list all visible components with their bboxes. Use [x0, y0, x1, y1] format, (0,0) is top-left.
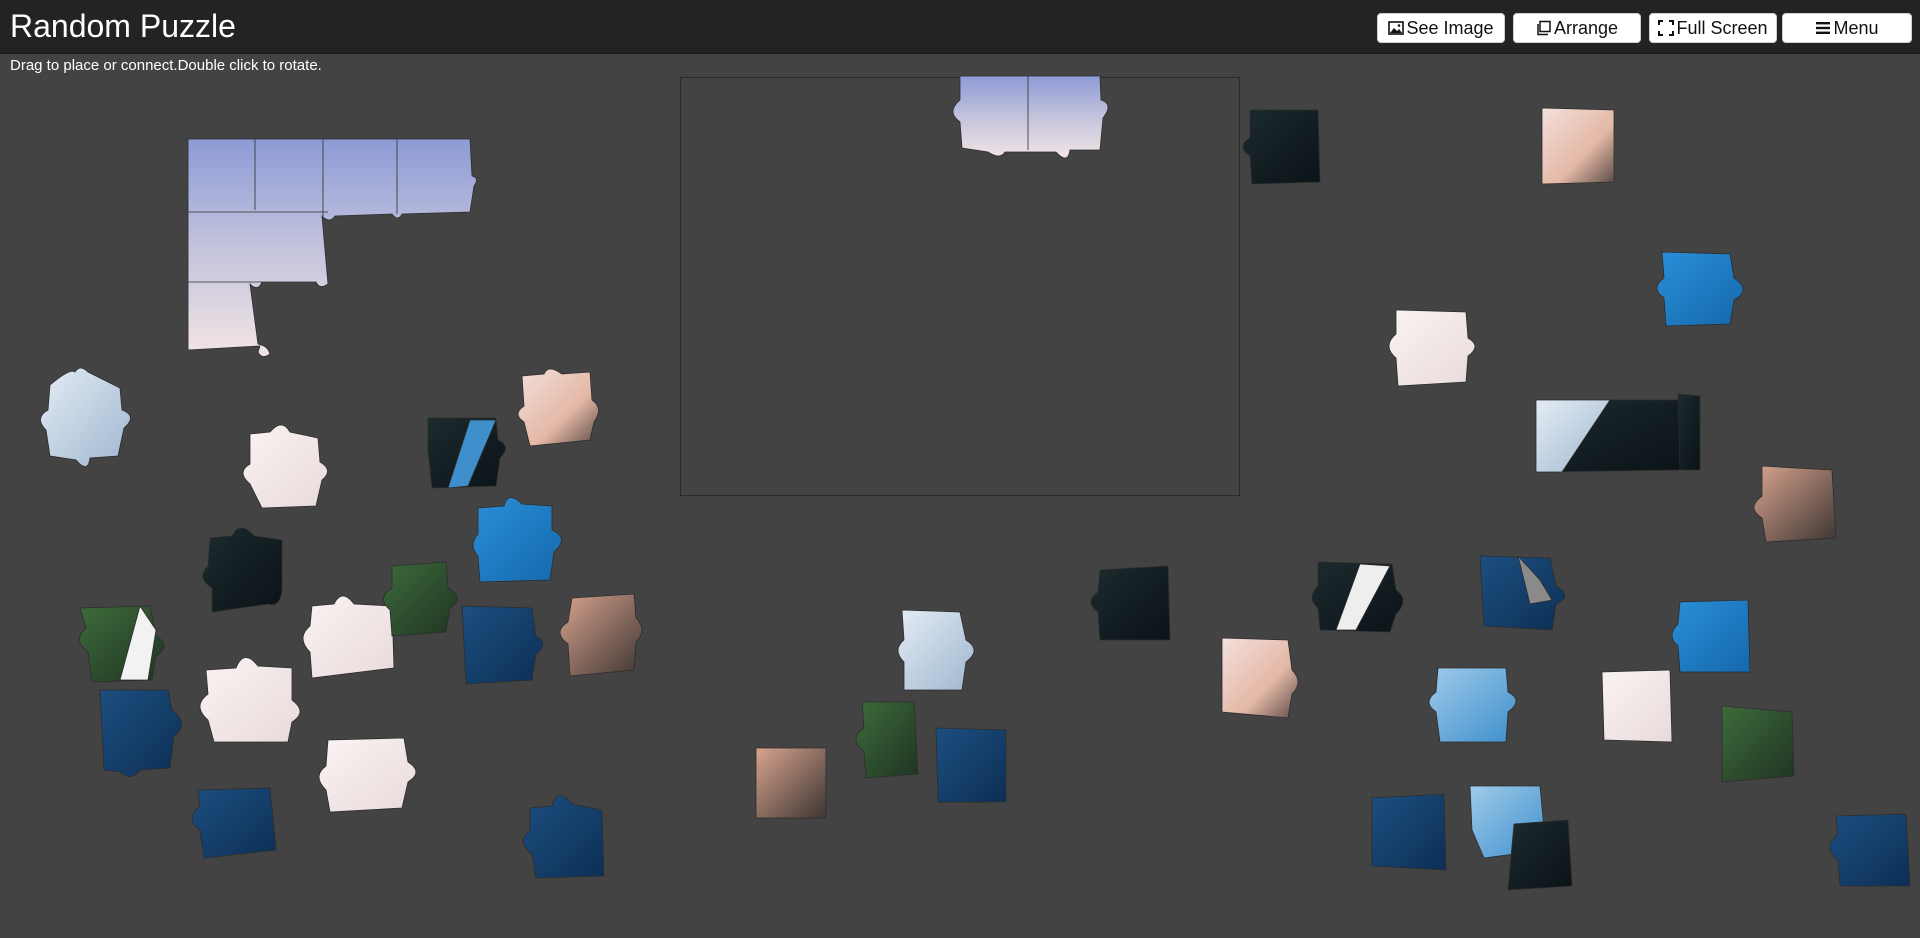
puzzle-piece[interactable] [1479, 555, 1566, 631]
puzzle-piece[interactable] [1428, 667, 1517, 743]
puzzle-piece[interactable] [855, 701, 919, 779]
puzzle-piece[interactable] [1677, 393, 1701, 471]
puzzle-pieces-layer[interactable] [0, 54, 1920, 938]
expand-icon [1658, 20, 1675, 36]
full-screen-label: Full Screen [1676, 17, 1768, 38]
puzzle-piece[interactable] [1721, 705, 1795, 783]
puzzle-piece-cluster[interactable] [952, 75, 1109, 159]
puzzle-piece[interactable] [559, 593, 643, 677]
top-bar: Random Puzzle See Image Arrange Full Scr… [0, 0, 1920, 54]
puzzle-piece[interactable] [755, 747, 827, 819]
puzzle-piece[interactable] [1242, 109, 1321, 185]
puzzle-piece[interactable] [517, 368, 599, 447]
puzzle-piece[interactable] [1507, 819, 1573, 891]
puzzle-piece[interactable] [318, 737, 417, 813]
puzzle-piece[interactable] [1371, 793, 1447, 871]
puzzle-piece[interactable] [1829, 813, 1911, 887]
see-image-button[interactable]: See Image [1377, 13, 1505, 43]
puzzle-piece[interactable] [383, 561, 458, 637]
puzzle-piece[interactable] [40, 367, 131, 467]
puzzle-piece[interactable] [199, 657, 301, 743]
puzzle-piece[interactable] [1541, 107, 1615, 185]
puzzle-piece[interactable] [1656, 251, 1744, 327]
puzzle-piece[interactable] [191, 787, 277, 859]
puzzle-piece[interactable] [1090, 565, 1171, 641]
copy-icon [1537, 20, 1551, 36]
puzzle-piece[interactable] [1753, 465, 1837, 543]
puzzle-piece[interactable] [897, 609, 975, 691]
puzzle-piece-cluster[interactable] [187, 138, 477, 357]
arrange-label: Arrange [1553, 17, 1619, 38]
puzzle-piece[interactable] [1311, 561, 1404, 633]
see-image-label: See Image [1406, 17, 1494, 38]
puzzle-piece[interactable] [472, 497, 562, 583]
puzzle-piece[interactable] [523, 795, 605, 879]
menu-button[interactable]: Menu [1782, 13, 1912, 43]
full-screen-button[interactable]: Full Screen [1649, 13, 1777, 43]
menu-label: Menu [1833, 17, 1879, 38]
puzzle-piece[interactable] [99, 689, 182, 777]
puzzle-piece[interactable] [302, 595, 395, 679]
puzzle-piece[interactable] [427, 417, 506, 489]
app-title: Random Puzzle [10, 8, 236, 44]
puzzle-piece[interactable] [1221, 637, 1299, 719]
puzzle-piece[interactable] [1671, 599, 1751, 673]
puzzle-piece[interactable] [242, 424, 328, 509]
puzzle-piece[interactable] [935, 727, 1007, 803]
image-icon [1388, 21, 1405, 35]
puzzle-piece[interactable] [79, 605, 165, 683]
puzzle-piece[interactable] [461, 605, 544, 685]
hamburger-menu-icon [1816, 22, 1831, 34]
puzzle-piece[interactable] [1388, 309, 1476, 387]
puzzle-piece[interactable] [1601, 669, 1673, 743]
puzzle-piece[interactable] [1535, 399, 1681, 473]
arrange-button[interactable]: Arrange [1513, 13, 1641, 43]
puzzle-piece[interactable] [202, 527, 283, 613]
